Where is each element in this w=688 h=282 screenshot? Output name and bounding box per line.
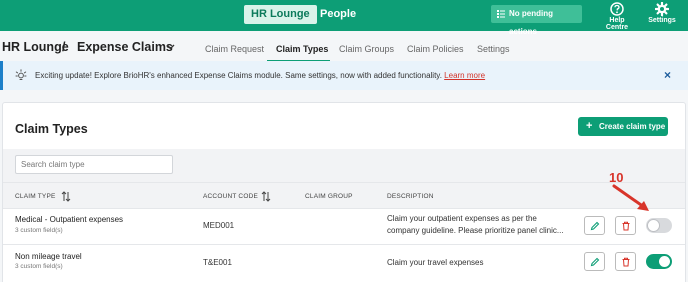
plus-icon: + <box>586 120 593 132</box>
claim-type-name: Medical - Outpatient expenses <box>15 215 124 224</box>
row-divider <box>3 244 685 245</box>
nav-people[interactable]: People <box>320 5 356 24</box>
breadcrumb-separator: / <box>62 40 66 54</box>
sparkle-icon <box>15 69 27 80</box>
tab-claim-policies[interactable]: Claim Policies <box>407 44 464 54</box>
chevron-down-icon[interactable] <box>165 41 176 52</box>
close-icon[interactable]: × <box>664 68 671 82</box>
annotation-number: 10 <box>609 170 624 185</box>
header-claim-group: CLAIM GROUP <box>305 193 353 200</box>
pencil-icon <box>590 257 600 267</box>
settings-button[interactable]: Settings <box>643 2 681 24</box>
tab-claim-types[interactable]: Claim Types <box>276 44 328 54</box>
create-claim-type-button[interactable]: + Create claim type <box>578 117 668 136</box>
page-title: Expense Claims <box>77 40 173 54</box>
pencil-icon <box>590 221 600 231</box>
account-code: T&E001 <box>203 258 232 267</box>
description: Claim your travel expenses <box>387 258 484 267</box>
tab-claim-groups[interactable]: Claim Groups <box>339 44 394 54</box>
header-account-code[interactable]: ACCOUNT CODE <box>203 193 258 200</box>
settings-label: Settings <box>648 17 676 24</box>
sort-icon[interactable] <box>261 191 271 202</box>
edit-button[interactable] <box>584 252 605 271</box>
sort-icon[interactable] <box>61 191 71 202</box>
toggle-knob <box>648 220 659 231</box>
annotation-arrow-icon <box>612 184 649 211</box>
description-line: Claim your outpatient expenses as per th… <box>387 214 537 223</box>
enable-toggle[interactable] <box>646 254 672 269</box>
header-claim-type[interactable]: CLAIM TYPE <box>15 193 56 200</box>
section-title: Claim Types <box>15 122 88 136</box>
search-input[interactable] <box>15 155 173 174</box>
nav-hr-lounge[interactable]: HR Lounge <box>244 5 317 24</box>
banner-message: Exciting update! Explore BrioHR's enhanc… <box>35 71 485 80</box>
update-banner: Exciting update! Explore BrioHR's enhanc… <box>0 61 688 90</box>
description: Claim your outpatient expenses as per th… <box>387 213 577 237</box>
delete-button[interactable] <box>615 216 636 235</box>
list-icon <box>497 10 505 18</box>
create-label: Create claim type <box>599 122 666 131</box>
description-line: company guideline. Please prioritize pan… <box>387 226 564 235</box>
edit-button[interactable] <box>584 216 605 235</box>
learn-more-link[interactable]: Learn more <box>444 71 485 80</box>
help-icon <box>610 2 624 16</box>
row-divider <box>3 208 685 209</box>
toggle-knob <box>659 256 670 267</box>
trash-icon <box>622 257 630 267</box>
help-centre-button[interactable]: Help Centre <box>598 2 636 31</box>
pending-label: No pending actions <box>509 9 553 36</box>
custom-fields-count: 3 custom field(s) <box>15 263 63 270</box>
pending-actions-button[interactable]: No pending actions <box>491 5 582 36</box>
account-code: MED001 <box>203 221 235 230</box>
tab-claim-request[interactable]: Claim Request <box>205 44 264 54</box>
custom-fields-count: 3 custom field(s) <box>15 227 63 234</box>
enable-toggle[interactable] <box>646 218 672 233</box>
claim-type-name: Non mileage travel <box>15 252 82 261</box>
tab-settings[interactable]: Settings <box>477 44 510 54</box>
trash-icon <box>622 221 630 231</box>
gear-icon <box>655 2 669 16</box>
breadcrumb-root[interactable]: HR Lounge <box>2 40 69 54</box>
banner-text: Exciting update! Explore BrioHR's enhanc… <box>35 71 442 80</box>
header-description: DESCRIPTION <box>387 193 434 200</box>
delete-button[interactable] <box>615 252 636 271</box>
help-label: Help Centre <box>605 17 629 31</box>
